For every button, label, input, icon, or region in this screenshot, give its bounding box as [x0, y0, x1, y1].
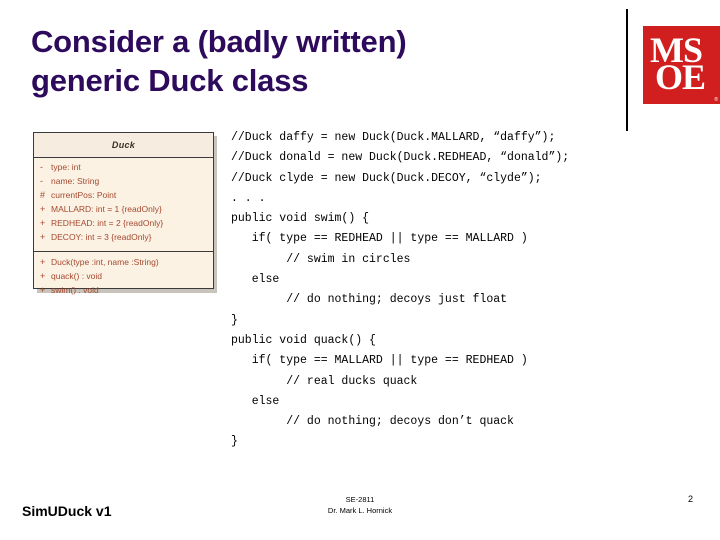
- uml-member-signature: currentPos: Point: [51, 190, 117, 200]
- uml-attributes-compartment: - type: int - name: String # currentPos: Poin…: [34, 158, 213, 252]
- uml-class-box-duck: Duck - type: int - name: String # currentPos:…: [33, 132, 214, 295]
- uml-attributes-row: # currentPos: Point: [34, 190, 213, 204]
- uml-member-signature: MALLARD: int = 1 {readOnly}: [51, 204, 162, 214]
- uml-visibility-marker: +: [40, 257, 46, 267]
- code-line: else: [231, 394, 280, 408]
- uml-attributes-row: + REDHEAD: int = 2 {readOnly}: [34, 218, 213, 232]
- uml-operations-row: + swim() : void: [34, 285, 213, 299]
- footer-center: SE-2811 Dr. Mark L. Hornick: [0, 494, 720, 516]
- logo-letters: MS OE: [643, 26, 720, 104]
- uml-member-signature: quack() : void: [51, 271, 103, 281]
- code-line: //Duck clyde = new Duck(Duck.DECOY, “cly…: [231, 171, 542, 185]
- code-line: //Duck daffy = new Duck(Duck.MALLARD, “d…: [231, 131, 556, 144]
- uml-visibility-marker: #: [40, 190, 46, 200]
- footer-instructor: Dr. Mark L. Hornick: [327, 506, 393, 515]
- uml-class-name: Duck: [111, 140, 136, 150]
- code-line: // do nothing; decoys don’t quack: [231, 415, 514, 429]
- code-line: }: [231, 435, 238, 449]
- uml-operations-compartment: + Duck(type :int, name :String) + quack() :…: [34, 252, 213, 303]
- uml-operations-row: + Duck(type :int, name :String): [34, 257, 213, 271]
- uml-visibility-marker: +: [40, 285, 46, 295]
- page-title-line-1: Consider a (badly written): [31, 24, 407, 59]
- uml-attributes-row: - name: String: [34, 176, 213, 190]
- code-line: public void swim() {: [231, 212, 370, 226]
- code-line: if( type == MALLARD || type == REDHEAD ): [231, 354, 528, 368]
- logo-text-oe: OE: [655, 57, 706, 97]
- uml-visibility-marker: +: [40, 218, 46, 228]
- code-block: //Duck daffy = new Duck(Duck.MALLARD, “d…: [231, 128, 701, 453]
- uml-member-signature: name: String: [51, 176, 100, 186]
- code-line: //Duck donald = new Duck(Duck.REDHEAD, “…: [231, 151, 570, 165]
- code-line: . . .: [231, 191, 266, 205]
- logo-divider-rule: [626, 9, 628, 131]
- code-line: // swim in circles: [231, 252, 411, 266]
- msoe-logo: MS OE ®: [626, 9, 720, 131]
- uml-member-signature: Duck(type :int, name :String): [51, 257, 159, 267]
- logo-trademark-icon: ®: [714, 97, 718, 103]
- uml-attributes-row: + DECOY: int = 3 {readOnly}: [34, 232, 213, 246]
- code-line: if( type == REDHEAD || type == MALLARD ): [231, 232, 528, 246]
- uml-visibility-marker: -: [40, 162, 43, 172]
- uml-member-signature: DECOY: int = 3 {readOnly}: [51, 232, 152, 242]
- page-title-line-2: generic Duck class: [31, 63, 309, 98]
- logo-square: MS OE ®: [643, 26, 720, 104]
- footer-page-number: 2: [687, 494, 693, 504]
- code-line: public void quack() {: [231, 333, 376, 347]
- uml-member-signature: type: int: [51, 162, 81, 172]
- uml-visibility-marker: +: [40, 232, 46, 242]
- code-line: // do nothing; decoys just float: [231, 293, 508, 307]
- uml-member-signature: swim() : void: [51, 285, 99, 295]
- uml-attributes-row: - type: int: [34, 162, 213, 176]
- uml-operations-row: + quack() : void: [34, 271, 213, 285]
- page-title: Consider a (badly written) generic Duck …: [31, 22, 591, 100]
- uml-visibility-marker: +: [40, 271, 46, 281]
- code-line: }: [231, 313, 238, 327]
- uml-class-header: Duck: [34, 133, 213, 158]
- footer-course: SE-2811: [345, 495, 375, 504]
- uml-member-signature: REDHEAD: int = 2 {readOnly}: [51, 218, 164, 228]
- uml-visibility-marker: +: [40, 204, 46, 214]
- code-line: // real ducks quack: [231, 374, 418, 388]
- uml-visibility-marker: -: [40, 176, 43, 186]
- code-line: else: [231, 273, 280, 287]
- uml-attributes-row: + MALLARD: int = 1 {readOnly}: [34, 204, 213, 218]
